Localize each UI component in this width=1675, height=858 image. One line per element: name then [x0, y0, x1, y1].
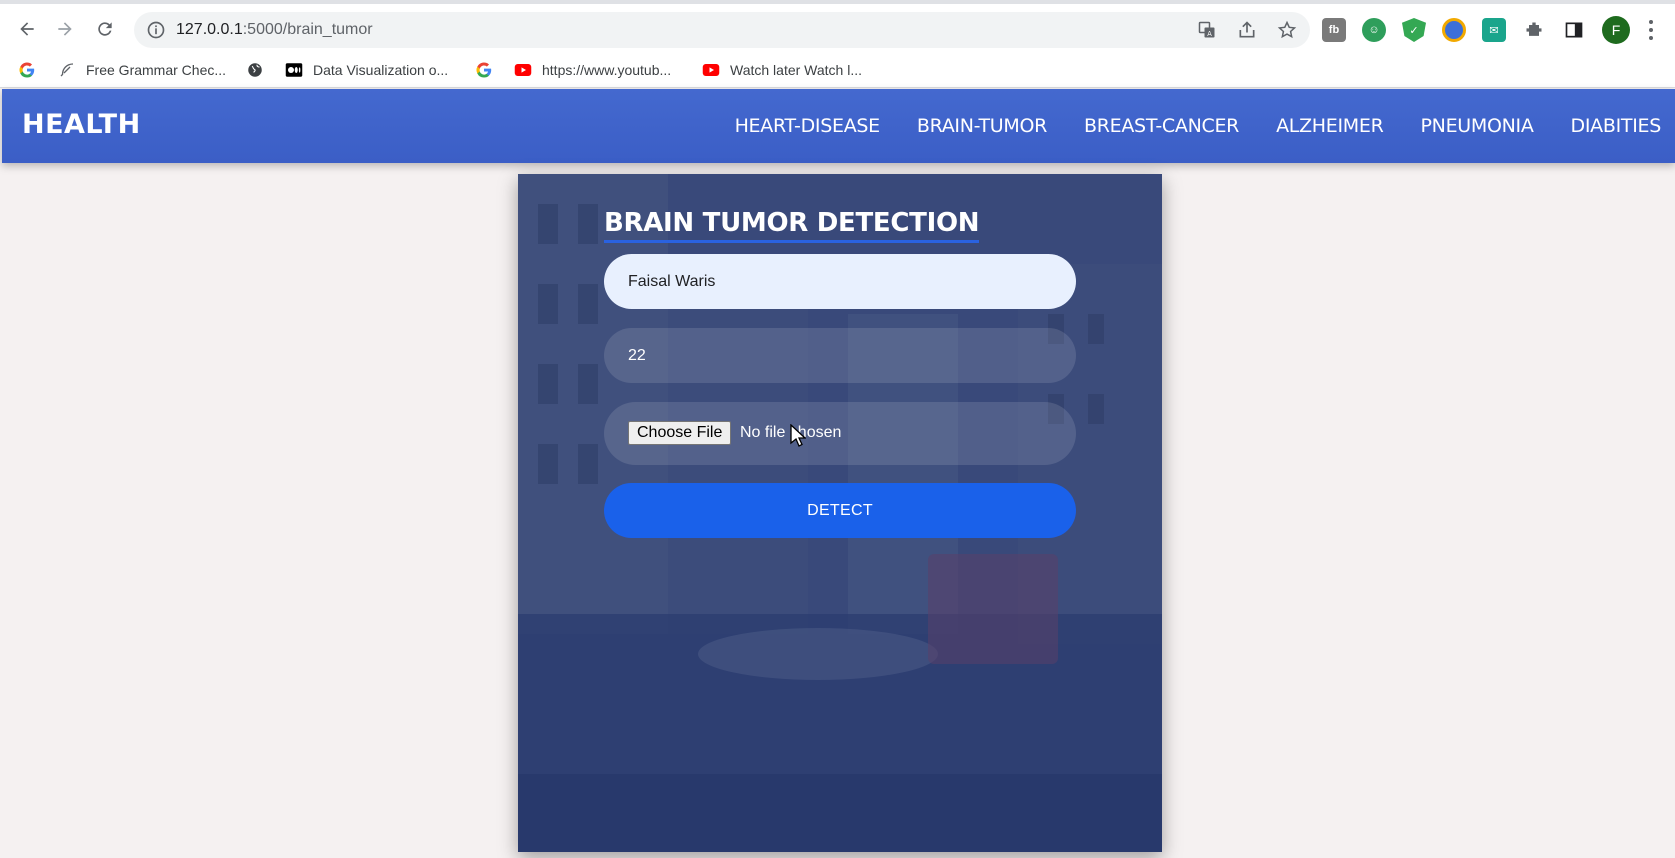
- nav-link-pneumonia[interactable]: PNEUMONIA: [1421, 115, 1534, 137]
- browser-toolbar: 127.0.0.1:5000/brain_tumor A fb ☺ ✓ ✉ F: [0, 0, 1675, 52]
- google-icon: [18, 61, 36, 79]
- bookmark-data-visualization[interactable]: Data Visualization o...: [285, 58, 448, 82]
- forward-button[interactable]: [52, 16, 78, 42]
- address-bar[interactable]: 127.0.0.1:5000/brain_tumor A: [134, 12, 1310, 48]
- extension-shield-icon[interactable]: ✓: [1402, 18, 1426, 42]
- bookmark-google-1[interactable]: [18, 58, 36, 82]
- choose-file-button[interactable]: Choose File: [628, 421, 732, 445]
- bookmark-star-icon[interactable]: [1276, 19, 1298, 41]
- bookmark-globe[interactable]: [246, 58, 264, 82]
- form-title: BRAIN TUMOR DETECTION: [604, 208, 980, 243]
- detect-button[interactable]: DETECT: [604, 483, 1076, 538]
- back-button[interactable]: [14, 16, 40, 42]
- side-panel-icon[interactable]: [1562, 18, 1586, 42]
- site-navbar: HEALTH HEART-DISEASE BRAIN-TUMOR BREAST-…: [2, 89, 1675, 163]
- bookmark-grammar[interactable]: Free Grammar Chec...: [58, 58, 226, 82]
- name-input[interactable]: [604, 254, 1076, 309]
- bookmark-watch-later[interactable]: Watch later Watch l...: [702, 58, 862, 82]
- extension-mail-icon[interactable]: ✉: [1482, 18, 1506, 42]
- back-arrow-icon: [20, 22, 34, 36]
- share-icon[interactable]: [1236, 19, 1258, 41]
- feather-icon: [58, 61, 76, 79]
- bookmark-google-2[interactable]: [475, 58, 493, 82]
- nav-link-breast-cancer[interactable]: BREAST-CANCER: [1084, 115, 1239, 137]
- reload-button[interactable]: [92, 16, 118, 42]
- age-input[interactable]: [604, 328, 1076, 383]
- url-text[interactable]: 127.0.0.1:5000/brain_tumor: [176, 21, 373, 39]
- nav-link-brain-tumor[interactable]: BRAIN-TUMOR: [917, 115, 1047, 137]
- nav-link-diabities[interactable]: DIABITIES: [1571, 115, 1662, 137]
- google-icon: [475, 61, 493, 79]
- globe-icon: [246, 61, 264, 79]
- extensions-puzzle-icon[interactable]: [1522, 18, 1546, 42]
- browser-menu-icon[interactable]: [1646, 18, 1656, 42]
- bookmarks-bar: Free Grammar Chec... Data Visualization …: [0, 52, 1675, 88]
- detection-form-card: BRAIN TUMOR DETECTION Choose File No fil…: [518, 174, 1162, 852]
- svg-text:A: A: [1207, 30, 1212, 38]
- nav-link-heart-disease[interactable]: HEART-DISEASE: [735, 115, 881, 137]
- file-input[interactable]: Choose File No file chosen: [604, 402, 1076, 465]
- translate-icon[interactable]: A: [1196, 19, 1218, 41]
- profile-avatar[interactable]: F: [1602, 16, 1630, 44]
- medium-icon: [285, 61, 303, 79]
- brand-logo[interactable]: HEALTH: [22, 109, 141, 140]
- site-info-icon[interactable]: [146, 20, 166, 40]
- extension-fb-icon[interactable]: fb: [1322, 18, 1346, 42]
- extension-robot-icon[interactable]: ☺: [1362, 18, 1386, 42]
- reload-icon: [98, 22, 112, 36]
- youtube-icon: [702, 61, 720, 79]
- forward-arrow-icon: [58, 22, 72, 36]
- nav-link-alzheimer[interactable]: ALZHEIMER: [1276, 115, 1384, 137]
- nav-links: HEART-DISEASE BRAIN-TUMOR BREAST-CANCER …: [735, 115, 1662, 137]
- mouse-cursor-icon: [790, 424, 806, 447]
- extension-circle-icon[interactable]: [1442, 18, 1466, 42]
- bookmark-youtube[interactable]: https://www.youtub...: [514, 58, 671, 82]
- youtube-icon: [514, 61, 532, 79]
